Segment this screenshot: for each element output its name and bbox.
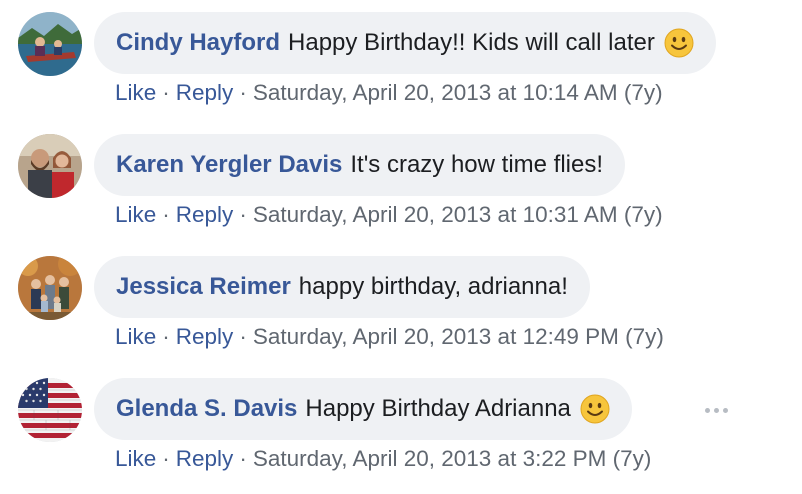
comment-meta: Like · Reply · Saturday, April 20, 2013 at 1… bbox=[115, 202, 663, 228]
separator-dot: · bbox=[162, 80, 170, 105]
avatar[interactable] bbox=[18, 378, 82, 442]
comment-bubble: Karen Yergler Davis It's crazy how time … bbox=[94, 134, 626, 196]
separator-dot: · bbox=[162, 202, 170, 227]
separator-dot: · bbox=[162, 324, 170, 349]
comment-timestamp[interactable]: Saturday, April 20, 2013 at 12:49 PM (7y… bbox=[253, 324, 664, 349]
comment-meta: Like · Reply · Saturday, April 20, 2013 at 1… bbox=[115, 324, 664, 350]
comment-bubble: Cindy Hayford Happy Birthday!! Kids will… bbox=[94, 12, 716, 74]
comment-bubble: Jessica Reimer happy birthday, adrianna! bbox=[94, 256, 590, 318]
avatar-photo bbox=[18, 134, 82, 198]
reply-link[interactable]: Reply bbox=[176, 202, 234, 227]
comment-author-link[interactable]: Cindy Hayford bbox=[116, 29, 280, 57]
separator-dot: · bbox=[239, 446, 247, 471]
avatar-photo bbox=[18, 256, 82, 320]
avatar-photo bbox=[18, 12, 82, 76]
reply-link[interactable]: Reply bbox=[176, 80, 234, 105]
avatar[interactable] bbox=[18, 12, 82, 76]
reply-link[interactable]: Reply bbox=[176, 324, 234, 349]
comment-item: Karen Yergler Davis It's crazy how time … bbox=[0, 122, 802, 244]
separator-dot: · bbox=[239, 202, 247, 227]
comment-meta: Like · Reply · Saturday, April 20, 2013 at 1… bbox=[115, 80, 663, 106]
smiling-face-icon bbox=[580, 394, 610, 424]
comment-text: Happy Birthday Adrianna bbox=[305, 395, 571, 422]
avatar-photo bbox=[18, 378, 82, 442]
avatar[interactable] bbox=[18, 134, 82, 198]
like-link[interactable]: Like bbox=[115, 446, 156, 471]
comment-author-link[interactable]: Jessica Reimer bbox=[116, 273, 291, 301]
more-options-button[interactable] bbox=[702, 396, 730, 422]
comment-item: Glenda S. Davis Happy Birthday Adrianna … bbox=[0, 366, 802, 488]
separator-dot: · bbox=[239, 324, 247, 349]
smiling-face-icon bbox=[664, 28, 694, 58]
separator-dot: · bbox=[239, 80, 247, 105]
avatar[interactable] bbox=[18, 256, 82, 320]
comment-author-link[interactable]: Glenda S. Davis bbox=[116, 395, 297, 423]
separator-dot: · bbox=[162, 446, 170, 471]
comment-timestamp[interactable]: Saturday, April 20, 2013 at 3:22 PM (7y) bbox=[253, 446, 652, 471]
like-link[interactable]: Like bbox=[115, 80, 156, 105]
ellipsis-icon bbox=[703, 400, 730, 418]
like-link[interactable]: Like bbox=[115, 324, 156, 349]
comment-text: It's crazy how time flies! bbox=[350, 151, 604, 178]
comment-item: Jessica Reimer happy birthday, adrianna!… bbox=[0, 244, 802, 366]
comment-timestamp[interactable]: Saturday, April 20, 2013 at 10:31 AM (7y… bbox=[253, 202, 663, 227]
reply-link[interactable]: Reply bbox=[176, 446, 234, 471]
comment-text: Happy Birthday!! Kids will call later bbox=[288, 29, 655, 56]
comment-timestamp[interactable]: Saturday, April 20, 2013 at 10:14 AM (7y… bbox=[253, 80, 663, 105]
comment-bubble: Glenda S. Davis Happy Birthday Adrianna bbox=[94, 378, 632, 440]
comment-meta: Like · Reply · Saturday, April 20, 2013 at 3… bbox=[115, 446, 651, 472]
comment-author-link[interactable]: Karen Yergler Davis bbox=[116, 151, 342, 179]
like-link[interactable]: Like bbox=[115, 202, 156, 227]
comment-text: happy birthday, adrianna! bbox=[298, 273, 568, 300]
comment-item: Cindy Hayford Happy Birthday!! Kids will… bbox=[0, 0, 802, 122]
